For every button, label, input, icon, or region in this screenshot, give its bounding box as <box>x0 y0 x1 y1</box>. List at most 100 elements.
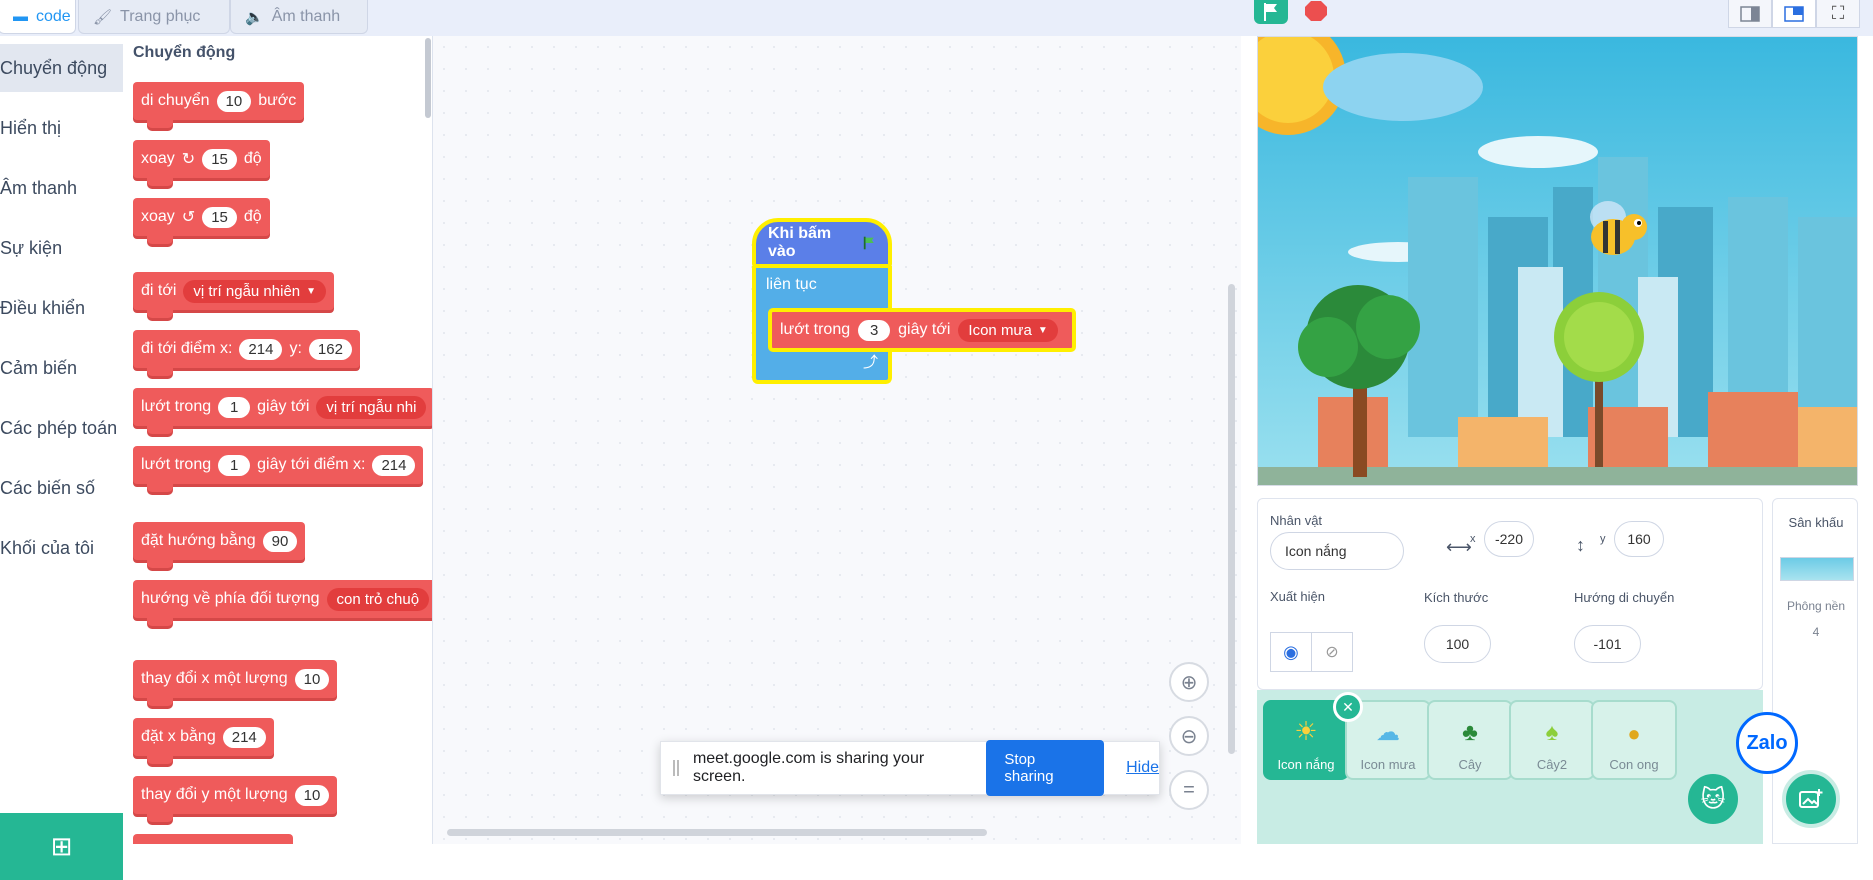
block-input[interactable]: 162 <box>308 338 352 360</box>
hide-sprite-button[interactable]: ⊘ <box>1311 632 1353 672</box>
size-input[interactable]: 100 <box>1424 625 1491 663</box>
block-input[interactable]: 10 <box>294 784 330 806</box>
add-sprite-button[interactable]: 🐱 <box>1684 770 1742 828</box>
backdrop-thumbnail[interactable] <box>1780 557 1854 581</box>
y-value: 160 <box>1627 531 1651 547</box>
sun-icon: ☀ <box>1294 716 1318 746</box>
green-flag-button[interactable] <box>1254 0 1288 24</box>
block-glide-xy[interactable]: lướt trong 1 giây tới điểm x: 214 <box>133 446 424 492</box>
block-goto-xy[interactable]: đi tới điểm x: 214 y: 162 <box>133 330 360 376</box>
palette-title: Chuyển động <box>133 44 236 61</box>
block-input[interactable]: 10 <box>294 668 330 690</box>
brush-icon: 🖌 <box>93 8 113 26</box>
category-events[interactable]: Sự kiện <box>0 224 123 272</box>
trash-icon: ✕ <box>1342 698 1354 715</box>
normal-stage-icon <box>1784 5 1804 22</box>
category-label: Các biến số <box>0 477 96 498</box>
category-operators[interactable]: Các phép toán <box>0 404 123 452</box>
block-input[interactable]: 1 <box>218 396 251 418</box>
normal-stage-button[interactable] <box>1772 0 1816 28</box>
block-partial[interactable] <box>133 834 293 844</box>
zoom-in-button[interactable]: ⊕ <box>1169 662 1209 702</box>
block-dropdown[interactable]: con trỏ chuộ <box>326 587 430 611</box>
block-point-direction[interactable]: đặt hướng bằng 90 <box>133 522 306 568</box>
forever-label: liên tục <box>766 276 817 293</box>
tab-costumes[interactable]: 🖌 Trang phục <box>78 0 230 34</box>
tree-icon: ♠ <box>1545 719 1559 746</box>
category-my-blocks[interactable]: Khối của tôi <box>0 524 123 572</box>
backdrop-count: 4 <box>1812 625 1820 639</box>
x-input[interactable]: -220 <box>1484 521 1534 557</box>
script-workspace[interactable]: ⊕ ⊖ = <box>433 36 1241 844</box>
block-glide[interactable]: lướt trong 1 giây tới vị trí ngẫu nhi <box>133 388 432 434</box>
category-sensing[interactable]: Cảm biến <box>0 344 123 392</box>
y-input[interactable]: 160 <box>1614 521 1664 557</box>
zoom-out-icon: ⊖ <box>1180 725 1198 748</box>
block-input[interactable]: 90 <box>262 530 298 552</box>
fullscreen-button[interactable]: ⛶ <box>1816 0 1860 28</box>
stop-button[interactable] <box>1302 0 1330 22</box>
small-stage-button[interactable] <box>1728 0 1772 28</box>
block-text: xoay <box>141 208 175 225</box>
glide-to-sprite-block[interactable]: lướt trong 3 giây tới Icon mưa ▼ <box>768 308 1076 352</box>
category-control[interactable]: Điều khiển <box>0 284 123 332</box>
block-dropdown[interactable]: vị trí ngẫu nhi <box>316 395 427 419</box>
category-label: Cảm biến <box>0 357 78 378</box>
block-input[interactable]: 214 <box>372 454 416 476</box>
when-flag-clicked-block[interactable]: Khi bấm vào <box>752 218 892 268</box>
category-label: Hiển thị <box>0 117 62 138</box>
delete-sprite-button[interactable]: ✕ <box>1333 692 1363 722</box>
eye-icon: ◉ <box>1283 641 1299 662</box>
block-text: giây tới <box>898 321 951 338</box>
block-input[interactable]: 15 <box>202 206 237 228</box>
zoom-reset-button[interactable]: = <box>1169 770 1209 810</box>
sprite-tile-cay[interactable]: ♣ Cây <box>1427 700 1513 780</box>
block-input[interactable]: 3 <box>858 319 891 341</box>
block-dropdown[interactable]: vị trí ngẫu nhiên ▼ <box>183 279 327 303</box>
caret-down-icon: ▼ <box>306 285 317 297</box>
category-motion[interactable]: Chuyển động <box>0 44 123 92</box>
block-text: bước <box>258 92 297 109</box>
palette-scrollbar[interactable] <box>425 38 431 118</box>
direction-input[interactable]: -101 <box>1574 625 1641 663</box>
stage-scene <box>1258 37 1857 485</box>
category-looks[interactable]: Hiển thị <box>0 104 123 152</box>
stop-sharing-button[interactable]: Stop sharing <box>986 740 1105 796</box>
category-variables[interactable]: Các biến số <box>0 464 123 512</box>
block-text: lướt trong <box>141 456 212 473</box>
block-move-steps[interactable]: di chuyển 10 bước <box>133 82 305 128</box>
block-point-towards[interactable]: hướng về phía đối tượng con trỏ chuộ <box>133 580 432 626</box>
block-turn-right[interactable]: xoay ↻ 15 độ <box>133 140 270 186</box>
block-change-y[interactable]: thay đổi y một lượng 10 <box>133 776 338 822</box>
workspace-scrollbar-horizontal[interactable] <box>447 829 987 836</box>
zalo-label: Zalo <box>1746 731 1788 754</box>
block-input[interactable]: 15 <box>202 148 237 170</box>
block-change-x[interactable]: thay đổi x một lượng 10 <box>133 660 338 706</box>
drag-handle-icon[interactable] <box>673 760 679 776</box>
sprite-tile-cay2[interactable]: ♠ Cây2 <box>1509 700 1595 780</box>
block-goto[interactable]: đi tới vị trí ngẫu nhiên ▼ <box>133 272 335 318</box>
zoom-out-button[interactable]: ⊖ <box>1169 716 1209 756</box>
code-icon: ▬ <box>13 8 28 25</box>
backdrop-title: Sân khấu <box>1788 515 1844 530</box>
block-input[interactable]: 1 <box>218 454 251 476</box>
block-input[interactable]: 10 <box>216 90 252 112</box>
block-input[interactable]: 214 <box>239 338 283 360</box>
tab-sounds[interactable]: 🔈 Âm thanh <box>230 0 368 34</box>
add-extension-button[interactable]: ⊞ <box>0 813 123 880</box>
sprite-tile-con-ong[interactable]: ● Con ong <box>1591 700 1677 780</box>
category-sound[interactable]: Âm thanh <box>0 164 123 212</box>
block-dropdown[interactable]: Icon mưa ▼ <box>958 318 1058 342</box>
add-backdrop-button[interactable] <box>1782 770 1840 828</box>
zalo-chat-button[interactable]: Zalo <box>1736 712 1798 774</box>
stage-canvas[interactable] <box>1257 36 1858 486</box>
tab-code[interactable]: ▬ code <box>0 0 76 34</box>
workspace-scrollbar-vertical[interactable] <box>1228 284 1235 754</box>
block-turn-left[interactable]: xoay ↺ 15 độ <box>133 198 270 244</box>
hide-link[interactable]: Hide <box>1126 759 1159 777</box>
show-sprite-button[interactable]: ◉ <box>1270 632 1312 672</box>
block-input[interactable]: 214 <box>222 726 266 748</box>
sprite-name-input[interactable]: Icon nắng <box>1270 532 1404 570</box>
block-set-x[interactable]: đặt x bằng 214 <box>133 718 274 764</box>
small-stage-icon <box>1740 5 1760 22</box>
